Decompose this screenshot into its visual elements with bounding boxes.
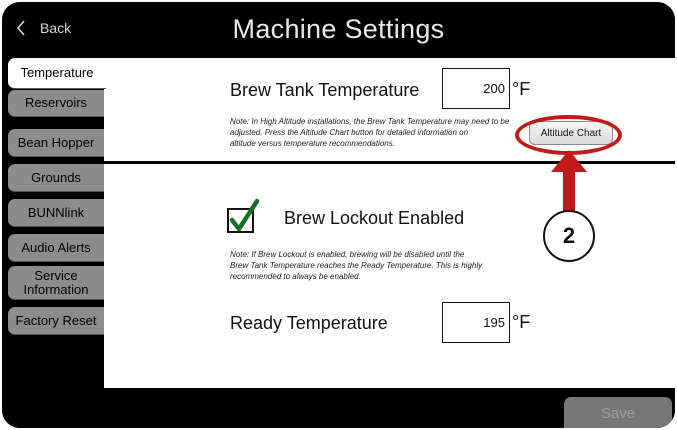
page-title: Machine Settings [232, 14, 445, 44]
brew-tank-note: Note: In High Altitude installations, th… [230, 116, 524, 149]
tab-label: BUNNlink [27, 204, 85, 220]
tab-bunnlink[interactable]: BUNNlink [8, 199, 104, 227]
ready-value: 195 [483, 315, 505, 330]
note-line: Note: If Brew Lockout is enabled, brewin… [230, 250, 465, 259]
brew-lockout-label: Brew Lockout Enabled [284, 208, 465, 228]
tab-label: Service Information [23, 267, 89, 297]
tab-temperature[interactable]: Temperature [8, 58, 106, 89]
note-line: Note: In High Altitude installations, th… [230, 117, 510, 126]
annotation-highlight-ring [515, 115, 622, 155]
note-line: recommended to always be enabled. [230, 272, 361, 281]
tab-label: Temperature [20, 65, 94, 81]
tab-reservoirs[interactable]: Reservoirs [8, 90, 104, 117]
tab-label: Bean Hopper [17, 134, 95, 150]
brew-tank-label: Brew Tank Temperature [230, 80, 420, 100]
brew-tank-temperature-input[interactable]: 200 [442, 68, 510, 109]
brew-tank-value: 200 [483, 81, 505, 96]
arrow-up-icon [551, 150, 587, 212]
device-frame: Back Machine Settings Temperature Reserv… [2, 2, 675, 428]
save-label: Save [600, 404, 636, 422]
tab-factory-reset[interactable]: Factory Reset [8, 307, 104, 335]
tab-service-information[interactable]: Service Information [8, 266, 104, 300]
ready-unit: °F [512, 312, 531, 332]
ready-temperature-input[interactable]: 195 [442, 302, 510, 343]
brew-lockout-checkbox[interactable] [227, 198, 260, 233]
section-divider [104, 161, 675, 164]
tab-label: Grounds [31, 169, 81, 185]
tab-label: Factory Reset [15, 312, 97, 328]
tab-grounds[interactable]: Grounds [8, 164, 104, 192]
brew-lockout-note: Note: If Brew Lockout is enabled, brewin… [230, 249, 482, 282]
title-bar: Back Machine Settings [2, 2, 675, 58]
brew-tank-unit: °F [512, 79, 531, 99]
note-line: Brew Tank Temperature reaches the Ready … [230, 261, 483, 270]
annotation-badge: 2 [543, 210, 595, 262]
save-button[interactable]: Save [564, 397, 672, 428]
annotation-number: 2 [562, 223, 576, 248]
tab-label: Reservoirs [24, 95, 88, 111]
ready-temperature-label: Ready Temperature [230, 313, 388, 333]
note-line: adjusted. Press the Altitude Chart butto… [230, 128, 469, 137]
checkmark-icon [229, 198, 260, 232]
tab-bean-hopper[interactable]: Bean Hopper [8, 129, 104, 157]
tab-label: Audio Alerts [21, 239, 91, 255]
tab-audio-alerts[interactable]: Audio Alerts [8, 234, 104, 262]
note-line: altitude versus temperature recommendati… [230, 139, 395, 148]
